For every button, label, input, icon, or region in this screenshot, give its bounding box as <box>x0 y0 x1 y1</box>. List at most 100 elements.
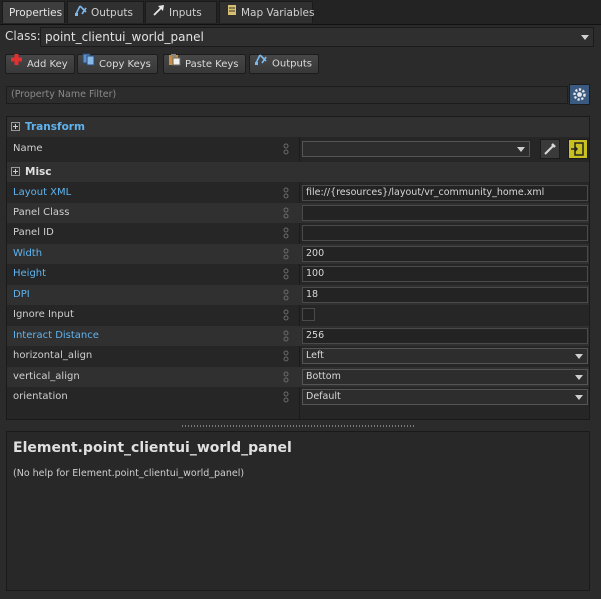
horizontal-align-value: Left <box>306 350 324 361</box>
tab-properties-label: Properties <box>9 7 63 19</box>
class-value: point_clientui_world_panel <box>45 30 204 44</box>
target-icon <box>569 142 587 161</box>
copy-icon <box>82 53 95 73</box>
pick-entity-button[interactable] <box>540 139 560 159</box>
add-key-label: Add Key <box>27 59 68 70</box>
tab-outputs-label: Outputs <box>91 7 133 19</box>
link-icon <box>283 289 289 304</box>
layout-xml-value: file://{resources}/layout/vr_community_h… <box>306 187 545 198</box>
link-icon <box>283 371 289 386</box>
expand-icon[interactable] <box>11 122 20 131</box>
property-label: Panel Class <box>13 207 70 218</box>
outputs-button-label: Outputs <box>272 58 312 70</box>
select-entity-button[interactable] <box>568 139 588 159</box>
tab-bar: Properties Outputs Inputs Map Variables <box>0 0 601 25</box>
property-row-height[interactable]: Height 100 <box>7 264 589 284</box>
width-value: 200 <box>306 248 325 259</box>
plus-icon <box>10 53 23 73</box>
property-label: orientation <box>13 391 68 402</box>
property-row-vertical-align[interactable]: vertical_align Bottom <box>7 367 589 387</box>
interact-distance-field[interactable]: 256 <box>302 328 588 344</box>
height-field[interactable]: 100 <box>302 266 588 282</box>
filter-settings-button[interactable] <box>569 84 590 105</box>
orientation-select[interactable]: Default <box>302 389 588 405</box>
property-label: DPI <box>13 289 30 300</box>
help-body: (No help for Element.point_clientui_worl… <box>13 468 245 479</box>
link-icon <box>283 207 289 222</box>
property-label: Ignore Input <box>13 309 74 320</box>
map-variables-icon <box>226 2 238 24</box>
paste-keys-label: Paste Keys <box>185 59 239 70</box>
eyedropper-icon <box>541 143 559 161</box>
property-row-width[interactable]: Width 200 <box>7 244 589 264</box>
property-label: Name <box>13 143 43 154</box>
property-row-name[interactable]: Name <box>7 137 589 161</box>
property-label: Height <box>13 268 47 279</box>
tab-inputs[interactable]: Inputs <box>145 1 217 23</box>
copy-keys-button[interactable]: Copy Keys <box>77 53 158 74</box>
toolbar: Add Key Copy Keys Paste Keys Outputs <box>0 52 601 76</box>
property-row-panel-id[interactable]: Panel ID <box>7 223 589 243</box>
property-row-layout-xml[interactable]: Layout XML file://{resources}/layout/vr_… <box>7 183 589 203</box>
chevron-down-icon <box>575 375 583 380</box>
vertical-align-select[interactable]: Bottom <box>302 369 588 385</box>
link-icon <box>283 330 289 345</box>
vertical-align-value: Bottom <box>306 371 341 382</box>
ignore-input-checkbox[interactable] <box>302 308 315 321</box>
group-misc-label: Misc <box>25 166 52 178</box>
link-icon <box>283 391 289 406</box>
inputs-icon <box>152 2 166 24</box>
help-title: Element.point_clientui_world_panel <box>13 440 292 456</box>
splitter-grip <box>182 425 414 427</box>
link-icon <box>283 268 289 283</box>
tab-outputs[interactable]: Outputs <box>67 1 144 23</box>
height-value: 100 <box>306 268 325 279</box>
property-row-dpi[interactable]: DPI 18 <box>7 285 589 305</box>
horizontal-align-select[interactable]: Left <box>302 348 588 364</box>
tab-inputs-label: Inputs <box>169 7 202 19</box>
property-label: Layout XML <box>13 187 72 198</box>
paste-icon <box>168 53 181 73</box>
name-select[interactable] <box>302 141 530 157</box>
layout-xml-field[interactable]: file://{resources}/layout/vr_community_h… <box>302 185 588 201</box>
width-field[interactable]: 200 <box>302 246 588 262</box>
property-row-panel-class[interactable]: Panel Class <box>7 203 589 223</box>
group-misc[interactable]: Misc <box>7 162 589 182</box>
group-transform[interactable]: Transform <box>7 117 589 137</box>
property-row-orientation[interactable]: orientation Default <box>7 387 589 407</box>
property-name-filter-input[interactable]: (Property Name Filter) <box>6 86 568 104</box>
link-icon <box>283 227 289 242</box>
copy-keys-label: Copy Keys <box>99 59 151 70</box>
outputs-icon <box>74 2 88 24</box>
property-label: Panel ID <box>13 227 54 238</box>
panel-splitter[interactable] <box>6 420 590 430</box>
link-icon <box>283 187 289 202</box>
gear-icon <box>570 88 589 107</box>
add-key-button[interactable]: Add Key <box>5 54 75 74</box>
property-row-interact-distance[interactable]: Interact Distance 256 <box>7 326 589 346</box>
outputs-icon <box>254 53 268 72</box>
panel-id-field[interactable] <box>302 225 588 241</box>
chevron-down-icon <box>517 147 525 152</box>
panel-class-field[interactable] <box>302 205 588 221</box>
property-row-ignore-input[interactable]: Ignore Input <box>7 305 589 325</box>
property-row-horizontal-align[interactable]: horizontal_align Left <box>7 346 589 366</box>
tab-map-variables[interactable]: Map Variables <box>219 1 314 24</box>
tab-properties[interactable]: Properties <box>2 1 65 23</box>
chevron-down-icon <box>575 395 583 400</box>
property-label: vertical_align <box>13 371 80 382</box>
class-row: Class: point_clientui_world_panel <box>0 26 601 48</box>
chevron-down-icon <box>581 35 589 40</box>
outputs-button[interactable]: Outputs <box>249 54 319 74</box>
chevron-down-icon <box>575 354 583 359</box>
expand-icon[interactable] <box>11 167 20 176</box>
class-label: Class: <box>5 29 41 43</box>
paste-keys-button[interactable]: Paste Keys <box>163 54 246 74</box>
property-label: Interact Distance <box>13 330 99 341</box>
link-icon <box>283 309 289 324</box>
orientation-value: Default <box>306 391 341 402</box>
class-select[interactable]: point_clientui_world_panel <box>40 27 594 47</box>
link-icon <box>283 248 289 263</box>
dpi-field[interactable]: 18 <box>302 287 588 303</box>
property-label: horizontal_align <box>13 350 93 361</box>
